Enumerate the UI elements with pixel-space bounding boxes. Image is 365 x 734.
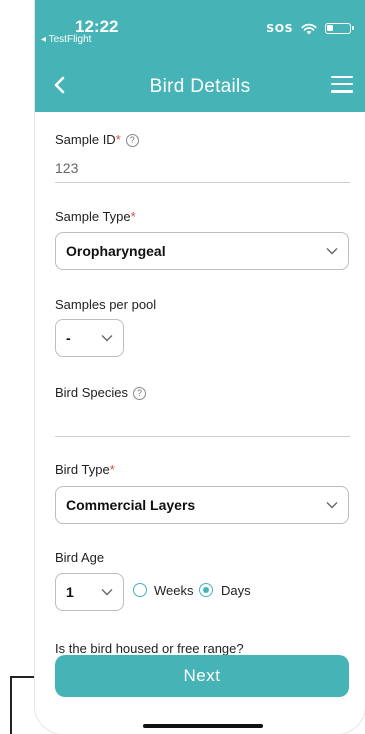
- bird-age-label: Bird Age: [55, 550, 105, 565]
- annotation-line-vertical: [10, 676, 12, 734]
- sample-id-underline: [55, 182, 350, 183]
- sample-id-label: Sample ID*?: [55, 132, 139, 147]
- samples-per-pool-value: -: [66, 330, 71, 346]
- app-header: 12:22 ◂ TestFlight SOS Bird Details: [35, 0, 365, 112]
- chevron-down-icon: [101, 589, 113, 596]
- required-marker: *: [115, 132, 121, 147]
- required-marker: *: [109, 462, 115, 477]
- bird-age-value: 1: [66, 584, 74, 600]
- sample-type-value: Oropharyngeal: [66, 243, 166, 259]
- bird-type-label-text: Bird Type: [55, 462, 110, 477]
- sample-id-input[interactable]: 123: [55, 160, 78, 176]
- sample-type-select[interactable]: Oropharyngeal: [55, 232, 349, 270]
- phone-screen: 12:22 ◂ TestFlight SOS Bird Details Samp…: [35, 0, 365, 734]
- required-marker: *: [130, 209, 136, 224]
- radio-days-label[interactable]: Days: [221, 583, 251, 598]
- radio-weeks-label[interactable]: Weeks: [154, 583, 194, 598]
- bird-type-value: Commercial Layers: [66, 497, 196, 513]
- battery-icon: [325, 23, 354, 34]
- bird-species-label-text: Bird Species: [55, 385, 128, 400]
- bird-species-label: Bird Species?: [55, 385, 146, 400]
- home-indicator[interactable]: [143, 724, 263, 728]
- status-indicators: SOS: [266, 22, 354, 35]
- help-icon[interactable]: ?: [132, 387, 146, 400]
- bird-type-label: Bird Type*: [55, 462, 115, 477]
- radio-days[interactable]: [199, 583, 213, 597]
- sos-indicator: SOS: [266, 22, 293, 35]
- chevron-down-icon: [101, 335, 113, 342]
- chevron-down-icon: [326, 502, 338, 509]
- next-button[interactable]: Next: [55, 655, 349, 697]
- page-title: Bird Details: [149, 76, 251, 97]
- bird-species-underline: [55, 436, 350, 437]
- status-back-to-app[interactable]: ◂ TestFlight: [41, 34, 91, 45]
- radio-weeks[interactable]: [133, 583, 147, 597]
- samples-per-pool-label: Samples per pool: [55, 297, 157, 312]
- bird-type-select[interactable]: Commercial Layers: [55, 486, 349, 524]
- hamburger-menu-icon[interactable]: [331, 76, 353, 94]
- wifi-icon: [301, 23, 317, 34]
- sample-type-label: Sample Type*: [55, 209, 136, 224]
- housing-question-label: Is the bird housed or free range?: [55, 641, 244, 656]
- sample-id-label-text: Sample ID: [55, 132, 116, 147]
- help-icon[interactable]: ?: [125, 134, 139, 147]
- samples-per-pool-select[interactable]: -: [55, 319, 124, 357]
- sample-type-label-text: Sample Type: [55, 209, 131, 224]
- chevron-down-icon: [326, 248, 338, 255]
- bird-age-select[interactable]: 1: [55, 573, 124, 611]
